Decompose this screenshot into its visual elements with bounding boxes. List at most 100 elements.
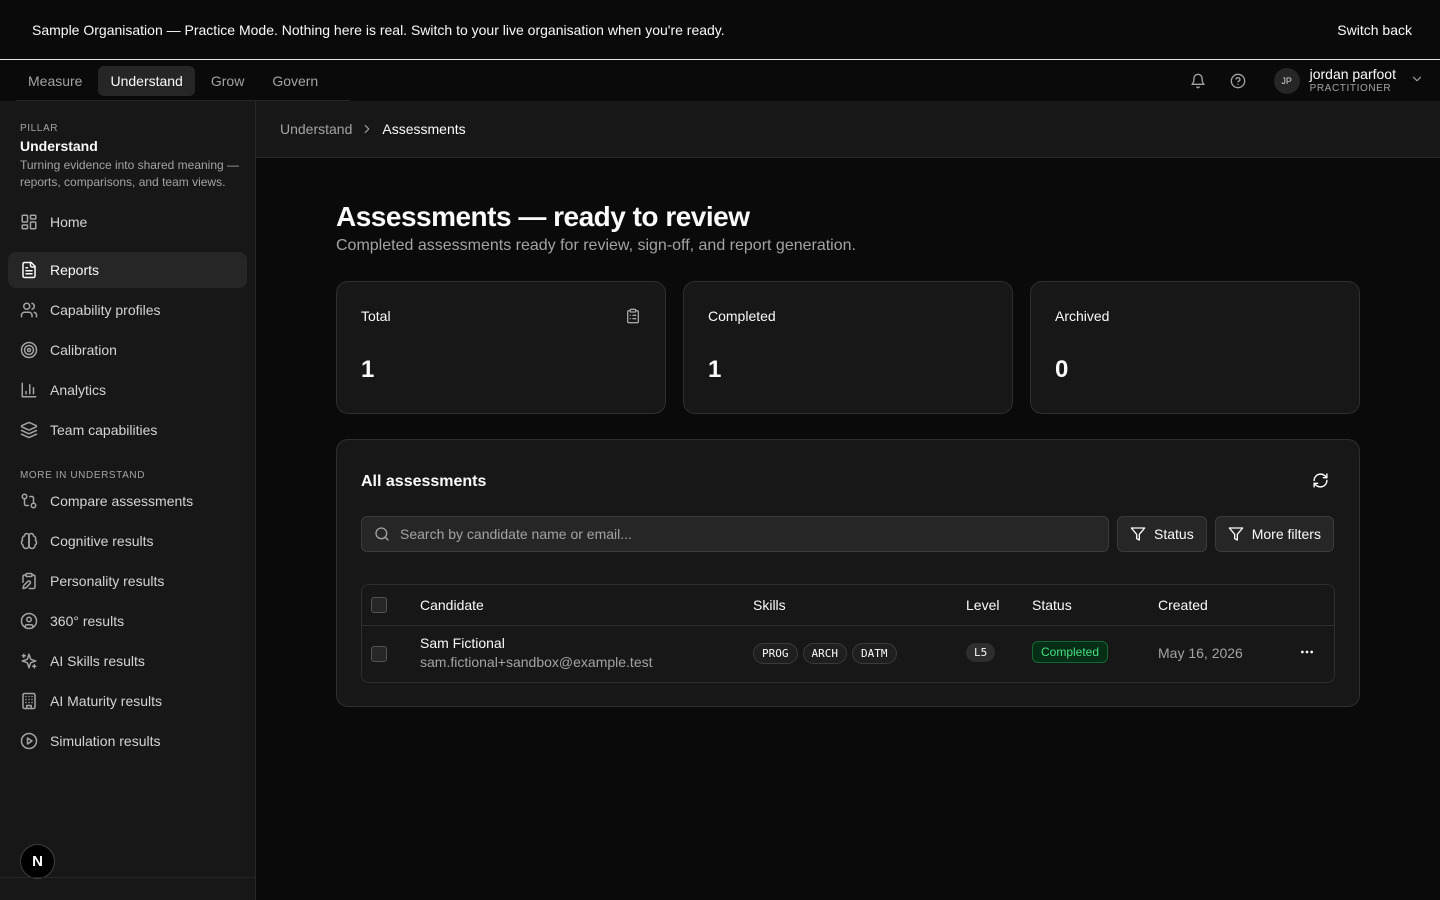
sidebar-item-label: Simulation results	[50, 733, 161, 749]
pillar-header: PILLAR Understand Turning evidence into …	[0, 101, 255, 190]
sidebar-item-label: AI Maturity results	[50, 693, 163, 709]
stat-card-completed: Completed 1	[683, 281, 1013, 414]
status-cell: Completed	[1032, 641, 1109, 663]
refresh-icon[interactable]	[1312, 472, 1329, 494]
sidebar-item-home[interactable]: Home	[8, 204, 247, 240]
table-row[interactable]: Sam Fictional sam.fictional+sandbox@exam…	[362, 626, 1334, 682]
help-icon[interactable]	[1226, 69, 1250, 93]
building-chart-icon	[22, 692, 36, 710]
chevron-right-icon	[360, 122, 374, 136]
users-icon	[20, 302, 38, 318]
row-checkbox[interactable]	[371, 646, 387, 662]
nav-right: JP jordan parfoot PRACTITIONER	[1186, 66, 1424, 96]
user-name: jordan parfoot	[1309, 66, 1396, 82]
sidebar-item-analytics[interactable]: Analytics	[8, 372, 247, 408]
home-grid-icon	[21, 214, 37, 230]
sidebar-item-reports[interactable]: Reports	[8, 252, 247, 288]
sidebar: PILLAR Understand Turning evidence into …	[0, 101, 256, 900]
compare-icon	[21, 493, 37, 509]
tab-grow[interactable]: Grow	[199, 66, 256, 96]
sidebar-footer	[0, 877, 255, 900]
search-input[interactable]	[400, 526, 1080, 542]
banner-strong: Sample Organisation — Practice Mode.	[32, 21, 278, 38]
document-icon	[22, 261, 36, 279]
status-filter-button[interactable]: Status	[1117, 516, 1207, 552]
stat-card-archived: Archived 0	[1030, 281, 1360, 414]
skill-chip: DATM	[852, 643, 897, 664]
stats-row: Total 1 Completed 1 Archived 0	[336, 281, 1360, 414]
search-box	[361, 516, 1109, 552]
user-role: PRACTITIONER	[1309, 83, 1392, 94]
sidebar-nav: Home Reports Capability profiles Calibra…	[0, 204, 255, 448]
tab-govern[interactable]: Govern	[260, 66, 330, 96]
created-date: May 16, 2026	[1158, 645, 1243, 661]
column-skills[interactable]: Skills	[753, 597, 786, 613]
skill-chip: PROG	[753, 643, 798, 664]
column-status[interactable]: Status	[1032, 597, 1072, 613]
sidebar-item-label: Personality results	[50, 573, 165, 589]
banner-message: Nothing here is real. Switch to your liv…	[281, 21, 725, 38]
sidebar-more-nav: Compare assessments Cognitive results Pe…	[0, 483, 255, 759]
clipboard-pen-icon	[22, 572, 36, 590]
filter-toolbar: Status More filters	[361, 516, 1334, 552]
pillar-tabs: Measure Understand Grow Govern	[16, 61, 351, 101]
main-content: Assessments — ready to review Completed …	[336, 158, 1360, 707]
sidebar-item-team-capabilities[interactable]: Team capabilities	[8, 412, 247, 448]
tab-understand[interactable]: Understand	[98, 66, 195, 96]
breadcrumb-parent[interactable]: Understand	[280, 121, 352, 137]
column-level[interactable]: Level	[966, 597, 999, 613]
clipboard-icon	[625, 308, 641, 329]
practice-mode-banner: Sample Organisation — Practice Mode. Not…	[0, 0, 1440, 60]
pillar-kicker: PILLAR	[20, 123, 59, 134]
sidebar-item-ai-maturity-results[interactable]: AI Maturity results	[8, 683, 247, 719]
section-label-more: MORE IN UNDERSTAND	[20, 470, 146, 481]
banner-text: Sample Organisation — Practice Mode. Not…	[32, 22, 725, 38]
sidebar-item-compare-assessments[interactable]: Compare assessments	[8, 483, 247, 519]
sidebar-item-label: Team capabilities	[50, 422, 158, 438]
bar-chart-icon	[21, 382, 37, 398]
n-logo-icon[interactable]: N	[20, 844, 55, 879]
more-actions-icon[interactable]	[1299, 644, 1315, 665]
sidebar-item-ai-skills-results[interactable]: AI Skills results	[8, 643, 247, 679]
breadcrumb-current: Assessments	[382, 121, 466, 137]
tab-measure[interactable]: Measure	[16, 66, 94, 96]
user-info: jordan parfoot PRACTITIONER	[1310, 66, 1396, 96]
column-candidate[interactable]: Candidate	[420, 597, 484, 613]
pillar-title: Understand	[20, 138, 98, 154]
filter-icon	[1228, 527, 1244, 541]
panel-title: All assessments	[361, 473, 487, 490]
page-title: Assessments — ready to review	[336, 201, 750, 232]
column-created[interactable]: Created	[1158, 597, 1208, 613]
sidebar-item-cognitive-results[interactable]: Cognitive results	[8, 523, 247, 559]
level-cell: L5	[966, 643, 996, 662]
candidate-name[interactable]: Sam Fictional	[420, 635, 653, 651]
pillar-description: Turning evidence into shared meaning — r…	[20, 158, 240, 189]
sidebar-item-simulation-results[interactable]: Simulation results	[8, 723, 247, 759]
sidebar-item-label: Reports	[50, 262, 100, 278]
sidebar-item-label: Calibration	[50, 342, 117, 358]
stat-value: 1	[361, 356, 375, 383]
user-menu[interactable]: JP jordan parfoot PRACTITIONER	[1273, 66, 1424, 96]
breadcrumb: Understand Assessments	[256, 101, 1440, 158]
user-circle-icon	[20, 612, 38, 630]
bell-icon[interactable]	[1186, 69, 1210, 93]
chevron-down-icon	[1410, 72, 1424, 91]
sidebar-item-personality-results[interactable]: Personality results	[8, 563, 247, 599]
sidebar-item-label: Capability profiles	[50, 302, 161, 318]
more-filters-button[interactable]: More filters	[1214, 516, 1334, 552]
sidebar-item-capability-profiles[interactable]: Capability profiles	[8, 292, 247, 328]
sidebar-item-label: Home	[50, 214, 88, 230]
sidebar-item-label: Cognitive results	[50, 533, 154, 549]
table-header: Candidate Skills Level Status Created	[362, 585, 1334, 626]
avatar: JP	[1273, 68, 1300, 94]
select-all-checkbox[interactable]	[371, 597, 387, 613]
search-icon	[374, 526, 390, 542]
assessments-table: Candidate Skills Level Status Created Sa…	[361, 584, 1335, 683]
switch-back-button[interactable]: Switch back	[1337, 22, 1412, 38]
level-badge: L5	[966, 643, 996, 662]
sidebar-item-calibration[interactable]: Calibration	[8, 332, 247, 368]
sidebar-item-360-results[interactable]: 360° results	[8, 603, 247, 639]
stat-value: 0	[1055, 356, 1069, 383]
play-circle-icon	[20, 732, 38, 750]
sidebar-item-label: AI Skills results	[50, 653, 145, 669]
